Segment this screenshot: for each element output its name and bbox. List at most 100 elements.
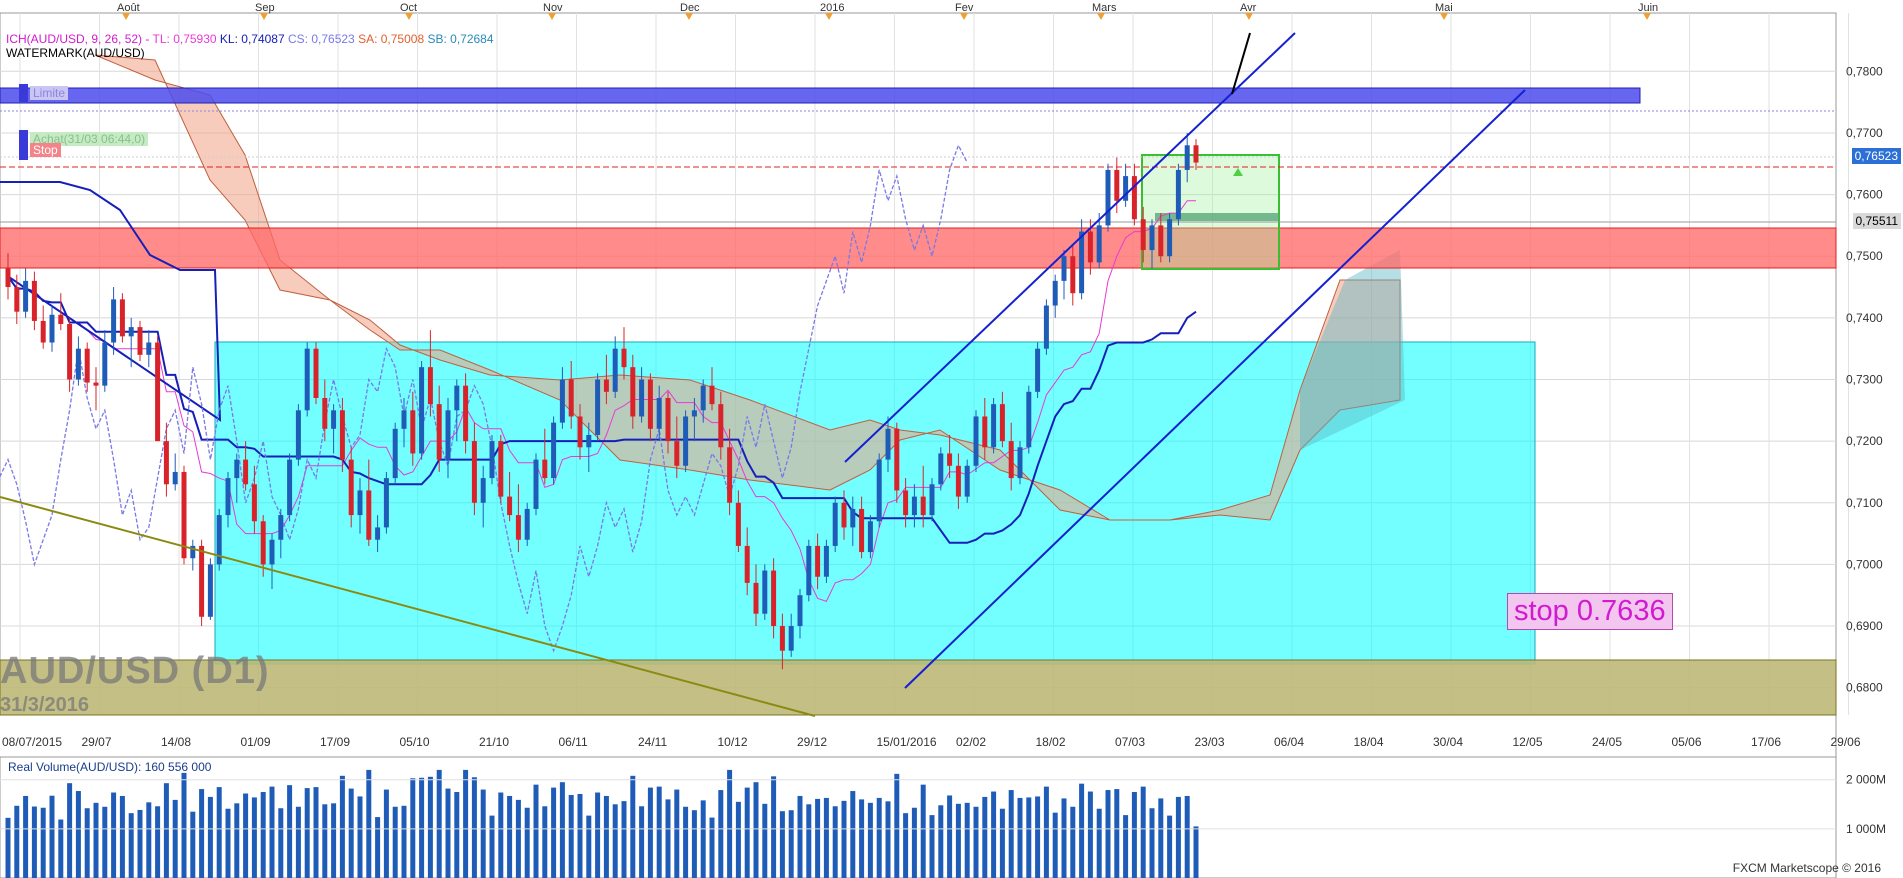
volume-bar	[1052, 812, 1058, 878]
bear-candle	[471, 441, 477, 503]
bull-candle	[1035, 348, 1041, 392]
month-label: Mars	[1092, 2, 1117, 14]
volume-bar	[1167, 815, 1173, 878]
stop-label[interactable]: Stop	[30, 143, 61, 157]
bear-candle	[436, 404, 442, 460]
volume-bar	[401, 805, 407, 878]
y-tick-label: 0,6800	[1846, 681, 1883, 695]
volume-bar	[375, 817, 381, 878]
bear-candle	[955, 465, 961, 497]
volume-bar	[1070, 806, 1076, 878]
volume-bar	[14, 805, 20, 878]
volume-bar	[735, 801, 741, 878]
volume-bar	[1026, 797, 1032, 878]
bull-candle	[375, 527, 381, 540]
bear-candle	[999, 404, 1005, 442]
month-label: Août	[117, 2, 140, 14]
bear-candle	[339, 410, 345, 460]
bear-candle	[155, 342, 161, 442]
bull-candle	[287, 459, 293, 516]
volume-bar	[331, 803, 337, 878]
sa-label: SA: 0,75008	[358, 32, 425, 46]
volume-bar	[207, 796, 213, 878]
volume-bar	[75, 791, 81, 878]
bear-candle	[735, 502, 741, 546]
bear-candle	[322, 397, 328, 429]
bull-candle	[973, 416, 979, 466]
bull-candle	[401, 410, 407, 429]
volume-tick-label: 1 000M	[1846, 822, 1886, 836]
volume-bar	[1035, 796, 1041, 878]
x-tick-label: 15/01/2016	[877, 735, 937, 749]
volume-bar	[1123, 815, 1129, 878]
volume-bar	[1061, 798, 1067, 878]
volume-bar	[621, 801, 627, 878]
ich-label: ICH(AUD/USD, 9, 26, 52)	[6, 32, 143, 46]
volume-bar	[779, 811, 785, 878]
green-entry-band	[1155, 213, 1279, 221]
volume-bar	[551, 787, 557, 878]
bull-candle	[172, 471, 178, 485]
volume-bar	[999, 808, 1005, 878]
volume-tick-label: 2 000M	[1846, 773, 1886, 787]
volume-bar	[586, 815, 592, 878]
order-handle	[19, 130, 28, 160]
x-tick-label: 21/10	[479, 735, 509, 749]
bear-candle	[542, 459, 548, 479]
sb-label: SB: 0,72684	[427, 32, 494, 46]
bull-candle	[1052, 280, 1058, 306]
x-tick-label: 29/06	[1831, 735, 1861, 749]
x-tick-label: 01/09	[241, 735, 271, 749]
volume-bar	[559, 782, 565, 878]
bull-candle	[419, 367, 425, 454]
volume-bar	[111, 792, 117, 878]
month-label: Sep	[255, 2, 275, 14]
bear-candle	[243, 459, 249, 485]
volume-bar	[947, 795, 953, 878]
volume-bar	[788, 810, 794, 878]
volume-bar	[234, 803, 240, 878]
volume-bar	[392, 806, 398, 878]
bear-candle	[251, 484, 257, 522]
volume-bar	[603, 795, 609, 878]
volume-bar	[357, 796, 363, 878]
volume-bar	[938, 805, 944, 878]
volume-bar	[1158, 798, 1164, 878]
bull-candle	[683, 416, 689, 466]
bull-candle	[445, 410, 451, 460]
month-label: Avr	[1240, 2, 1257, 14]
bull-candle	[207, 564, 213, 617]
volume-bar	[260, 792, 266, 878]
volume-bar	[982, 796, 988, 878]
volume-bar	[190, 811, 196, 878]
volume-bar	[1043, 786, 1049, 878]
bear-candle	[1140, 219, 1146, 251]
bull-candle	[278, 515, 284, 540]
volume-bar	[647, 787, 653, 878]
bear-candle	[621, 348, 627, 368]
bull-candle	[788, 626, 794, 651]
bear-candle	[779, 626, 785, 651]
bear-candle	[5, 268, 11, 288]
bull-candle	[700, 385, 706, 411]
volume-bar	[181, 772, 187, 878]
volume-bar	[709, 817, 715, 878]
limit-label[interactable]: Limite	[30, 86, 69, 100]
volume-bar	[929, 815, 935, 878]
x-tick-label: 05/06	[1672, 735, 1702, 749]
bull-candle	[929, 484, 935, 516]
x-tick-label: 30/04	[1433, 735, 1463, 749]
y-tick-label: 0,7000	[1846, 557, 1883, 571]
bull-candle	[639, 379, 645, 417]
volume-bar	[1079, 783, 1085, 878]
volume-bar	[973, 806, 979, 878]
volume-bar	[885, 801, 891, 878]
volume-bar	[744, 787, 750, 878]
volume-bar	[463, 769, 469, 878]
bear-candle	[630, 367, 636, 417]
bear-candle	[1070, 256, 1076, 294]
volume-bar	[823, 797, 829, 878]
bear-candle	[1008, 441, 1014, 479]
bear-candle	[199, 545, 205, 617]
volume-bar	[524, 807, 530, 878]
